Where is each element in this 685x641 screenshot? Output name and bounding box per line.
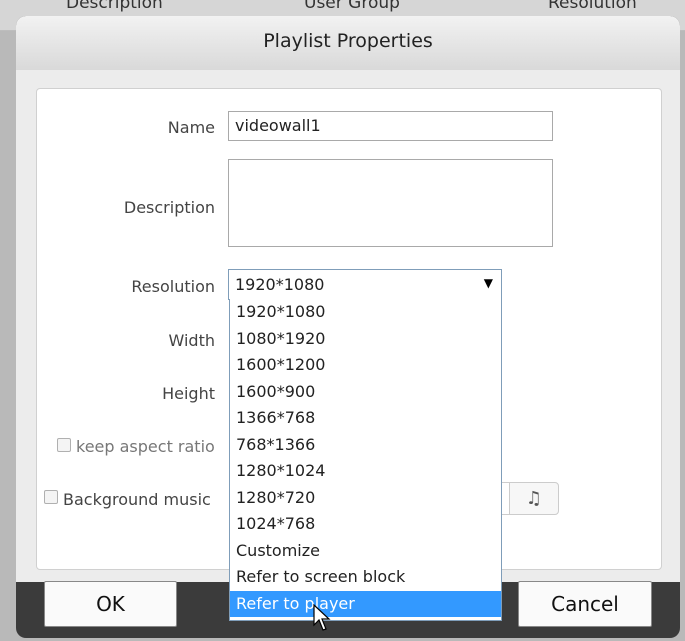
cancel-button[interactable]: Cancel: [518, 581, 652, 627]
description-field[interactable]: [228, 159, 553, 247]
resolution-option[interactable]: 1366*768: [230, 405, 501, 432]
resolution-select[interactable]: 1920*1080 ▼: [228, 269, 502, 300]
music-note-icon[interactable]: ♫: [509, 482, 559, 515]
resolution-option[interactable]: 1600*900: [230, 379, 501, 406]
keep-aspect-label: keep aspect ratio: [76, 437, 215, 456]
background-music-label: Background music: [63, 490, 211, 509]
height-label: Height: [162, 384, 215, 403]
triangle-down-icon: ▼: [483, 276, 493, 290]
resolution-option[interactable]: 768*1366: [230, 432, 501, 459]
resolution-option[interactable]: 1024*768: [230, 511, 501, 538]
column-description: Description: [66, 0, 163, 13]
dialog-title: Playlist Properties: [263, 30, 433, 52]
resolution-option[interactable]: 1600*1200: [230, 352, 501, 379]
description-label: Description: [123, 198, 215, 217]
resolution-option[interactable]: 1280*720: [230, 485, 501, 512]
name-field[interactable]: videowall1: [228, 111, 553, 141]
resolution-option[interactable]: 1920*1080: [230, 299, 501, 326]
resolution-option-customize[interactable]: Customize: [230, 538, 501, 565]
ok-button[interactable]: OK: [44, 581, 177, 627]
column-resolution: Resolution: [548, 0, 637, 13]
resolution-option-refer-to-player[interactable]: Refer to player: [230, 590, 501, 617]
resolution-label: Resolution: [131, 277, 215, 296]
name-label: Name: [167, 118, 215, 137]
dialog-title-bar[interactable]: Playlist Properties: [16, 16, 680, 71]
keep-aspect-checkbox[interactable]: [57, 438, 71, 452]
resolution-selected-value: 1920*1080: [235, 275, 325, 294]
resolution-option-screen-block[interactable]: Refer to screen block: [230, 564, 501, 591]
column-user-group: User Group: [304, 0, 400, 13]
mouse-pointer-icon: [313, 604, 331, 631]
resolution-dropdown-list[interactable]: 1920*1080 1080*1920 1600*1200 1600*900 1…: [229, 299, 502, 621]
background-music-checkbox[interactable]: [44, 490, 58, 504]
width-label: Width: [168, 331, 215, 350]
resolution-option[interactable]: 1080*1920: [230, 326, 501, 353]
resolution-option[interactable]: 1280*1024: [230, 458, 501, 485]
